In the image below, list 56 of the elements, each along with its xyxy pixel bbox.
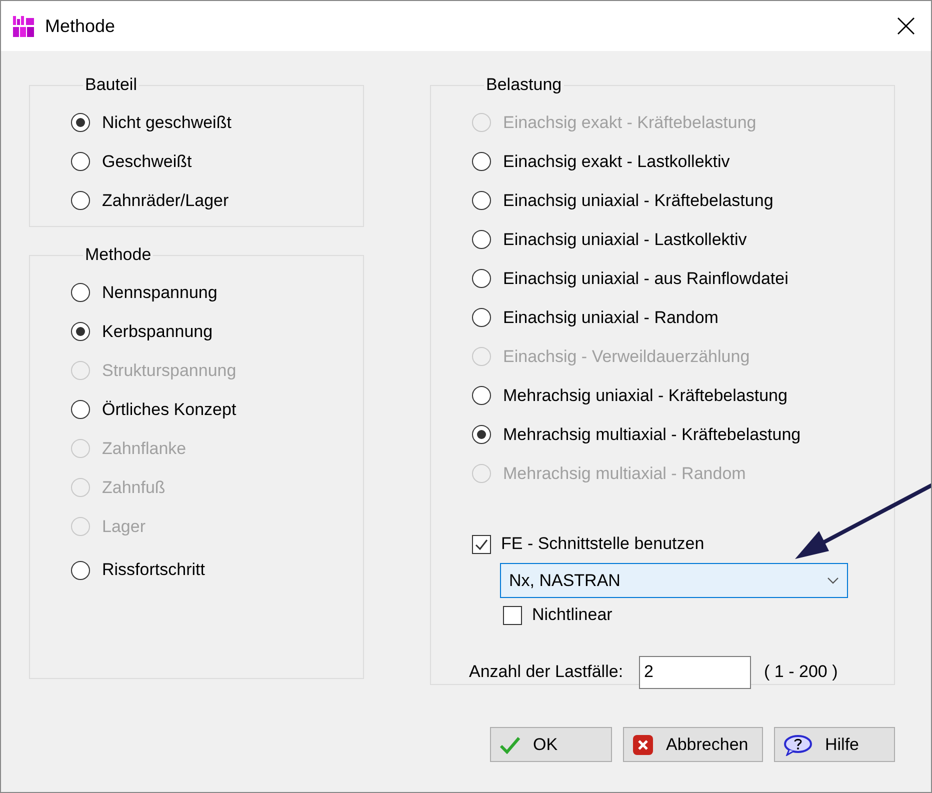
radio-label: Mehrachsig uniaxial - Kräftebelastung: [503, 386, 788, 406]
radio-button[interactable]: [472, 191, 491, 210]
window-title: Methode: [45, 16, 116, 36]
checkbox[interactable]: [472, 534, 491, 554]
checkbox-label: FE - Schnittstelle benutzen: [501, 534, 704, 554]
cancel-icon: [632, 734, 654, 756]
radio-label: Zahnfuß: [102, 478, 166, 498]
radio-button[interactable]: [71, 113, 90, 132]
radio-button[interactable]: [472, 308, 491, 327]
radio-label: Kerbspannung: [102, 322, 213, 342]
radio-label: Mehrachsig multiaxial - Kräftebelastung: [503, 424, 801, 444]
radio-label: Geschweißt: [102, 152, 192, 172]
cancel-button[interactable]: Abbrechen: [623, 727, 763, 762]
radio-label: Strukturspannung: [102, 360, 236, 380]
radio-button[interactable]: [472, 386, 491, 405]
radio-button[interactable]: [71, 322, 90, 341]
radio-label: Einachsig - Verweildauerzählung: [503, 346, 750, 366]
radio-button[interactable]: [71, 283, 90, 302]
radio-label: Zahnräder/Lager: [102, 190, 229, 210]
help-button[interactable]: Hilfe: [774, 727, 895, 762]
radio-button[interactable]: [472, 425, 491, 444]
radio-label: Örtliches Konzept: [102, 400, 236, 420]
close-icon[interactable]: [897, 17, 915, 35]
field-label: Anzahl der Lastfälle:: [469, 662, 624, 682]
radio-label: Lager: [102, 516, 146, 536]
radio-label: Nicht geschweißt: [102, 112, 232, 132]
help-icon: [783, 734, 813, 756]
group-title: Bauteil: [84, 75, 138, 95]
radio-button[interactable]: [71, 152, 90, 171]
dropdown-field[interactable]: Nx, NASTRAN: [500, 563, 848, 598]
radio-button[interactable]: [71, 560, 90, 580]
radio-label: Einachsig uniaxial - Kräftebelastung: [503, 190, 774, 210]
radio-label: Mehrachsig multiaxial - Random: [503, 464, 746, 484]
chevron-down-icon: [827, 577, 839, 584]
radio-button[interactable]: [472, 230, 491, 249]
radio-label: Einachsig exakt - Lastkollektiv: [503, 152, 730, 172]
group-title: Belastung: [485, 75, 563, 95]
radio-label: Einachsig exakt - Kräftebelastung: [503, 112, 756, 132]
radio-label: Zahnflanke: [102, 438, 186, 458]
radio-button[interactable]: [472, 152, 491, 171]
app-logo-icon: [12, 14, 36, 38]
radio-button[interactable]: [71, 400, 90, 419]
checkbox-label: Nichtlinear: [532, 605, 612, 625]
input-field[interactable]: 2: [639, 656, 752, 688]
radio-label: Einachsig uniaxial - Random: [503, 308, 718, 328]
group-title: Methode: [84, 245, 152, 265]
range-hint: ( 1 - 200 ): [764, 662, 838, 682]
radio-label: Nennspannung: [102, 282, 218, 302]
radio-label: Einachsig uniaxial - Lastkollektiv: [503, 230, 747, 250]
checkbox[interactable]: [503, 606, 522, 624]
radio-label: Einachsig uniaxial - aus Rainflowdatei: [503, 268, 788, 288]
radio-label: Rissfortschritt: [102, 560, 205, 580]
ok-button[interactable]: OK: [490, 727, 612, 762]
radio-button[interactable]: [472, 269, 491, 288]
radio-button[interactable]: [71, 191, 90, 210]
checkmark-icon: [499, 736, 521, 754]
